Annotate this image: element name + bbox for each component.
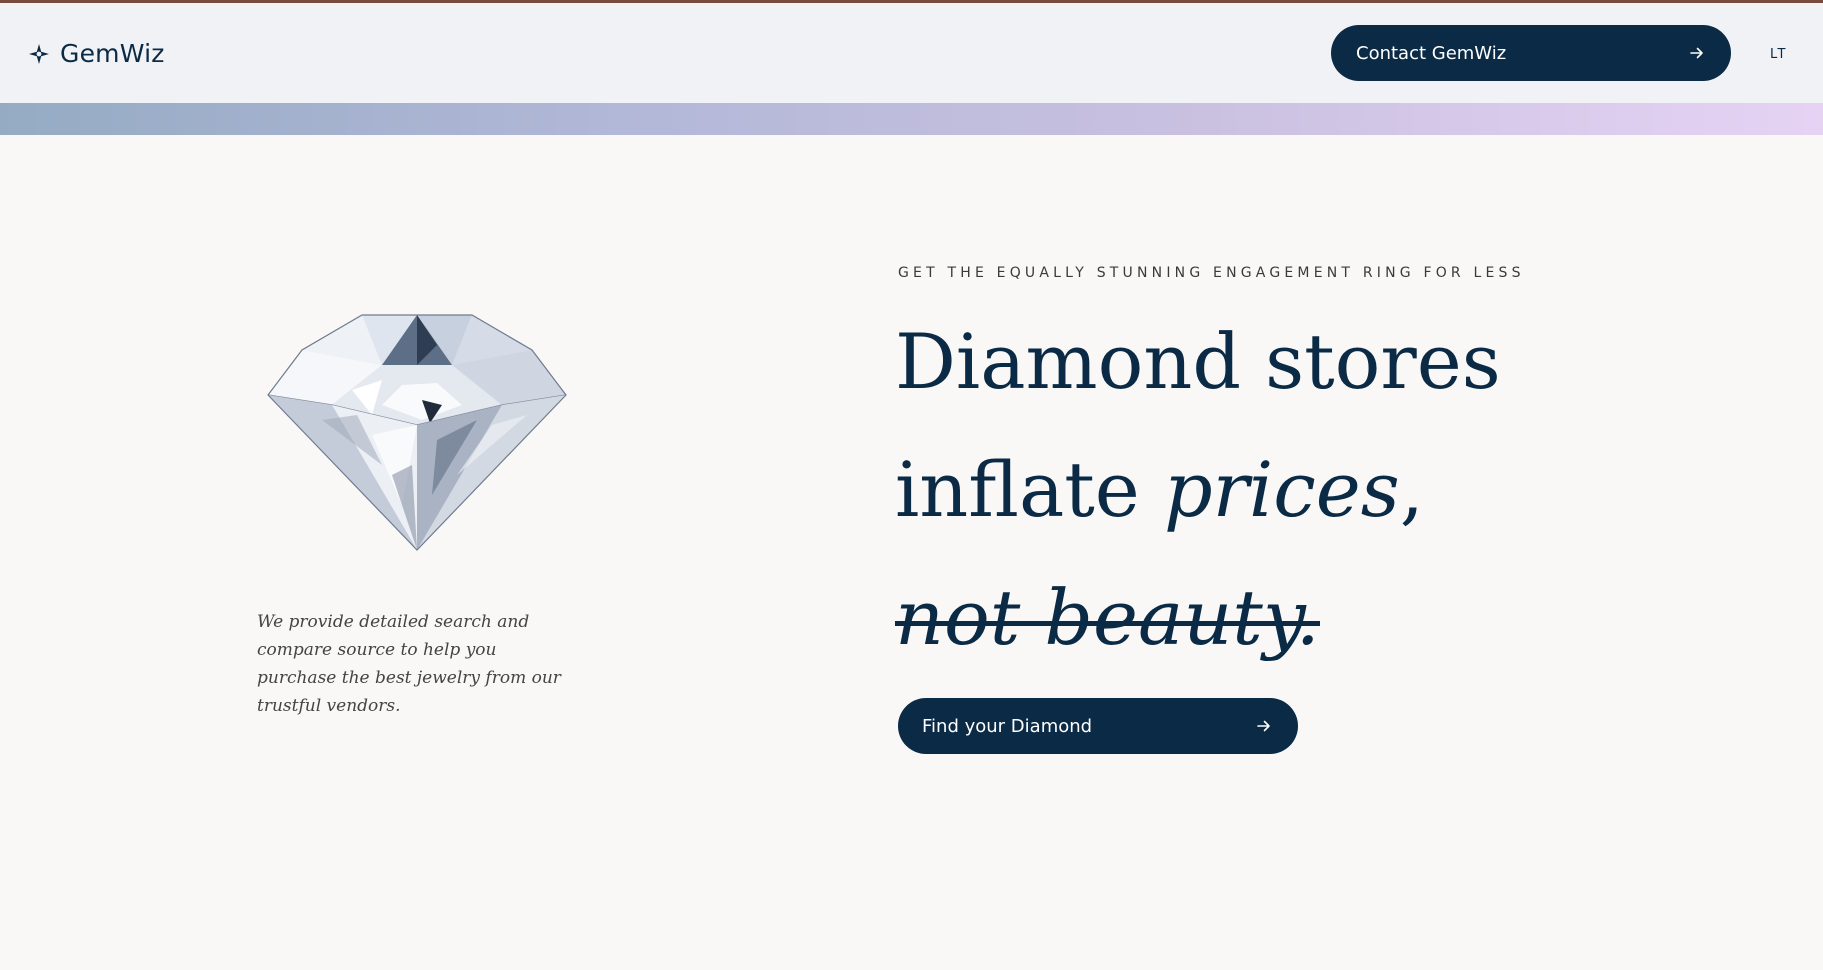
sparkle-icon (28, 43, 50, 65)
gradient-band (0, 103, 1823, 135)
language-switcher[interactable]: LT (1770, 47, 1787, 62)
hero-headline: Diamond stores inflate prices, not beaut… (895, 298, 1501, 682)
headline-line-2: inflate prices, (895, 426, 1501, 554)
hero-description: We provide detailed search and compare s… (257, 612, 561, 716)
logo-text: GemWiz (60, 39, 165, 68)
headline-struck-text: not beauty. (895, 554, 1320, 682)
hero-eyebrow: GET THE EQUALLY STUNNING ENGAGEMENT RING… (898, 265, 1525, 281)
find-diamond-button[interactable]: Find your Diamond (898, 698, 1298, 754)
find-diamond-button-label: Find your Diamond (922, 715, 1093, 737)
headline-line-3: not beauty. (895, 554, 1501, 682)
site-header: GemWiz Contact GemWiz LT (0, 3, 1823, 103)
arrow-right-icon (1689, 45, 1705, 61)
headline-line-1: Diamond stores (895, 317, 1501, 406)
headline-line-2-plain: inflate (895, 445, 1164, 534)
contact-button[interactable]: Contact GemWiz (1331, 25, 1731, 81)
headline-line-2-italic: prices (1163, 445, 1400, 534)
arrow-right-icon (1256, 718, 1272, 734)
logo[interactable]: GemWiz (28, 39, 165, 68)
headline-line-2-end: , (1399, 445, 1424, 534)
diamond-image (262, 305, 572, 555)
contact-button-label: Contact GemWiz (1356, 42, 1507, 64)
